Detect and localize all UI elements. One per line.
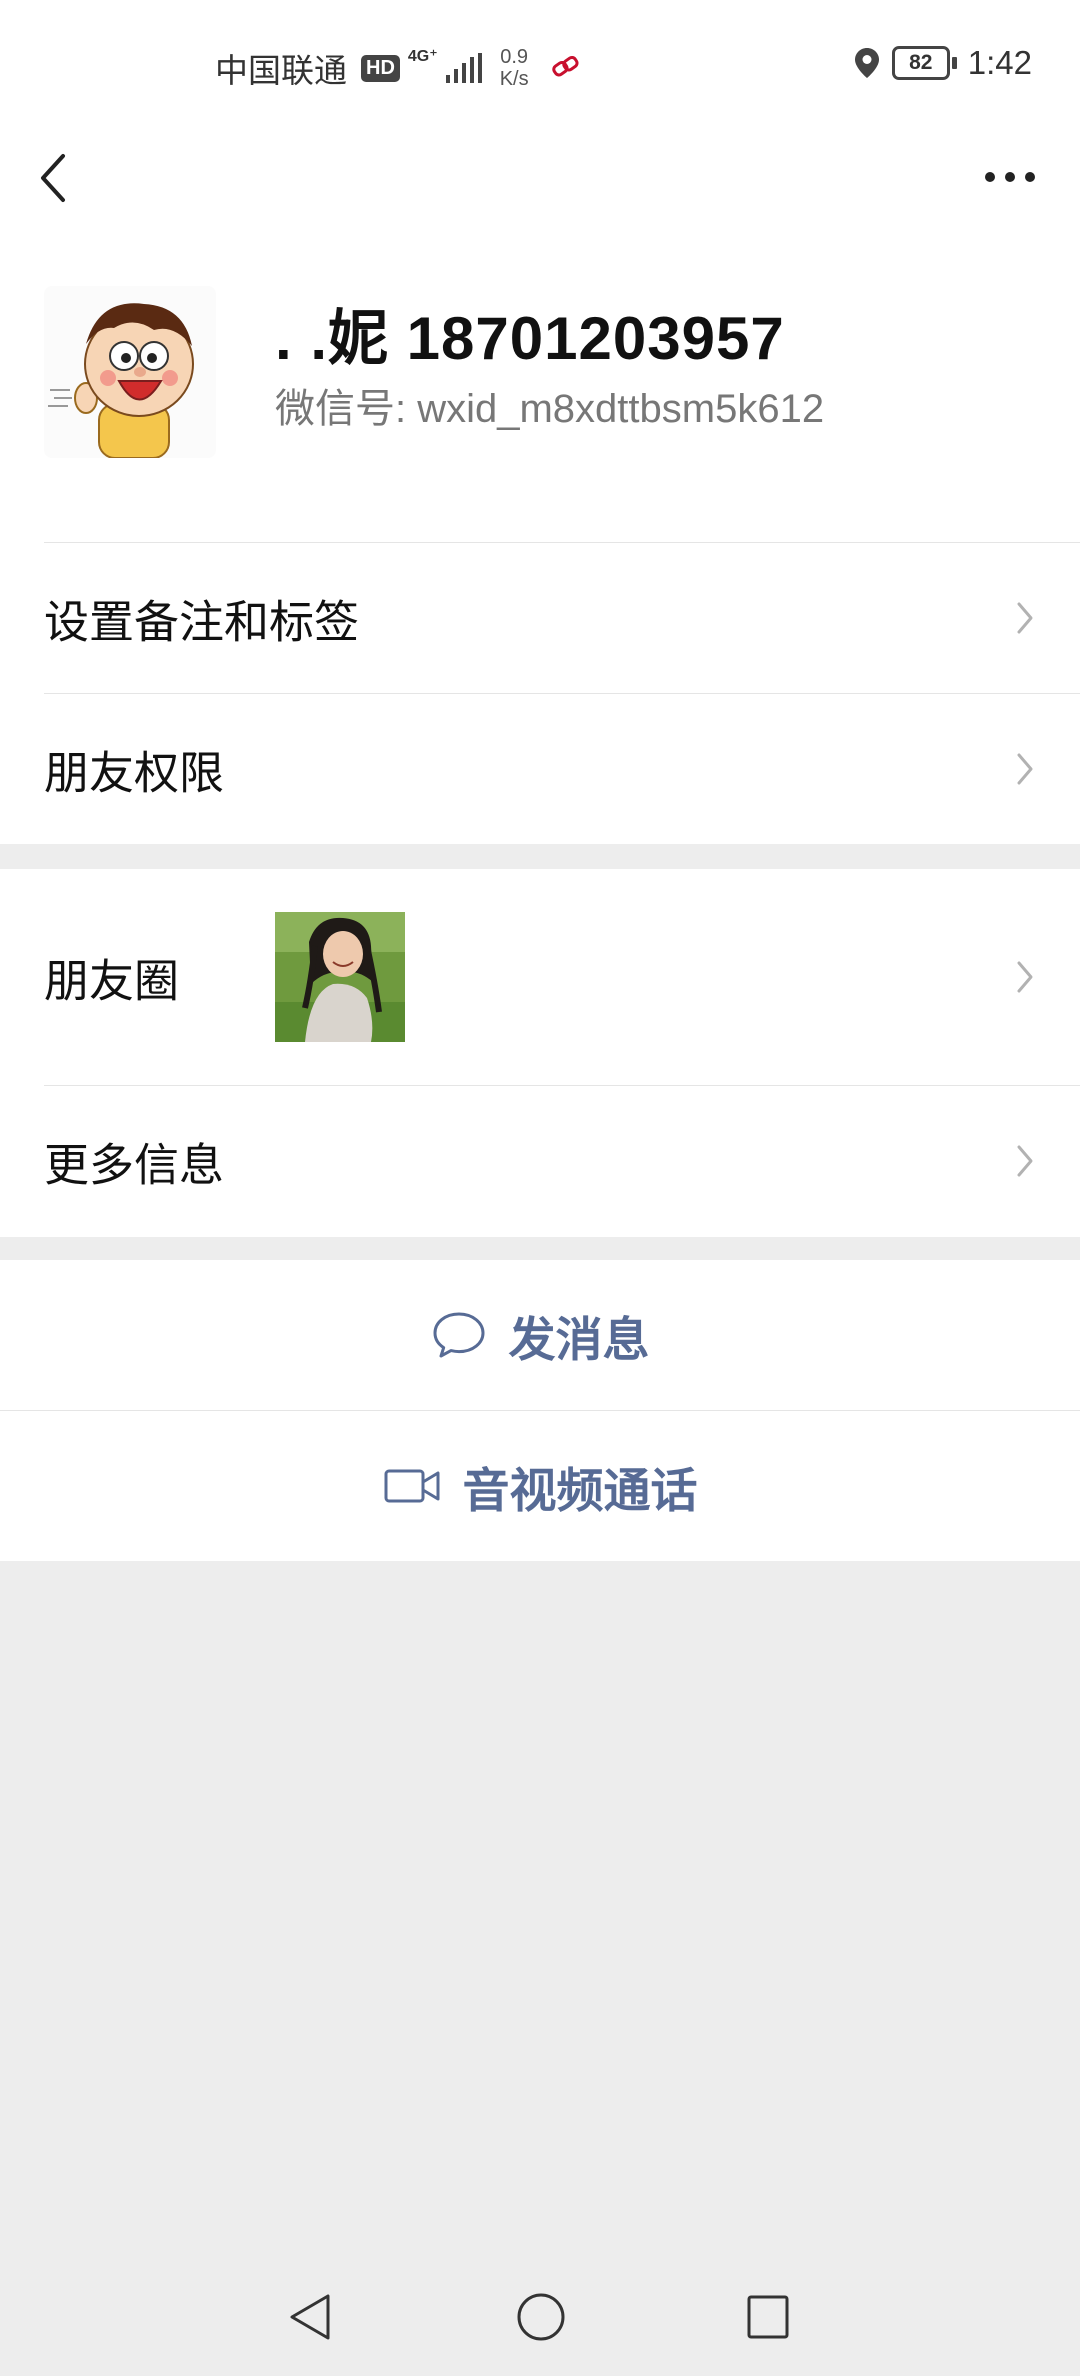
more-info-label: 更多信息 — [44, 1139, 225, 1191]
battery-icon: 82 — [891, 46, 957, 80]
system-nav-bar — [0, 2256, 1080, 2376]
send-message-button[interactable]: 发消息 — [0, 1260, 1080, 1410]
network-type: 4G⁺ — [407, 48, 438, 65]
chevron-right-icon — [1017, 602, 1033, 634]
send-message-label: 发消息 — [508, 1312, 650, 1366]
nav-back-icon[interactable] — [288, 2292, 332, 2342]
nav-recents-icon[interactable] — [746, 2294, 790, 2340]
chevron-left-icon[interactable] — [38, 150, 68, 206]
carrier-name: 中国联通 — [215, 52, 347, 89]
set-remark-tags-item[interactable]: 设置备注和标签 — [0, 543, 1080, 693]
video-call-button[interactable]: 音视频通话 — [0, 1411, 1080, 1561]
location-icon — [854, 48, 879, 78]
nav-home-icon[interactable] — [516, 2292, 566, 2342]
nav-bar — [0, 128, 1080, 228]
video-camera-icon — [384, 1469, 439, 1503]
chat-bubble-icon — [433, 1312, 484, 1358]
contact-name: . .妮 18701203957 — [275, 305, 785, 372]
video-call-label: 音视频通话 — [462, 1463, 698, 1517]
more-info-item[interactable]: 更多信息 — [0, 1086, 1080, 1236]
moments-item[interactable]: 朋友圈 — [0, 869, 1080, 1085]
settings-group: 设置备注和标签 朋友权限 — [0, 542, 1080, 844]
chevron-right-icon — [1017, 961, 1033, 993]
moments-label: 朋友圈 — [44, 955, 180, 1007]
status-bar-right: 82 1:42 — [854, 44, 1032, 82]
avatar[interactable] — [44, 286, 216, 458]
actions-group: 发消息 音视频通话 — [0, 1260, 1080, 1561]
chevron-right-icon — [1017, 753, 1033, 785]
battery-level: 82 — [909, 51, 933, 74]
chevron-right-icon — [1017, 1145, 1033, 1177]
hd-badge: HD — [361, 54, 400, 82]
more-dots-icon[interactable] — [984, 170, 1036, 184]
cartoon-avatar-icon — [44, 286, 216, 458]
signal-icon — [445, 53, 482, 83]
link-icon — [551, 55, 579, 77]
wechat-id: 微信号: wxid_m8xdttbsm5k612 — [275, 387, 825, 431]
speed-value: 0.9 — [500, 46, 529, 68]
status-bar: 中国联通 HD 4G⁺ 0.9 K/s 82 1:42 — [0, 0, 1080, 128]
status-bar-left: 中国联通 HD 4G⁺ 0.9 K/s — [215, 44, 581, 92]
set-remark-tags-label: 设置备注和标签 — [44, 596, 360, 648]
friend-permissions-label: 朋友权限 — [44, 747, 225, 799]
profile-header: . .妮 18701203957 微信号: wxid_m8xdttbsm5k61… — [0, 228, 1080, 544]
network-speed: 0.9 K/s — [500, 46, 529, 90]
friend-permissions-item[interactable]: 朋友权限 — [0, 694, 1080, 844]
clock: 1:42 — [967, 44, 1032, 81]
info-group: 朋友圈 更多信息 — [0, 869, 1080, 1237]
moments-photo — [275, 912, 405, 1042]
speed-unit: K/s — [499, 68, 529, 90]
